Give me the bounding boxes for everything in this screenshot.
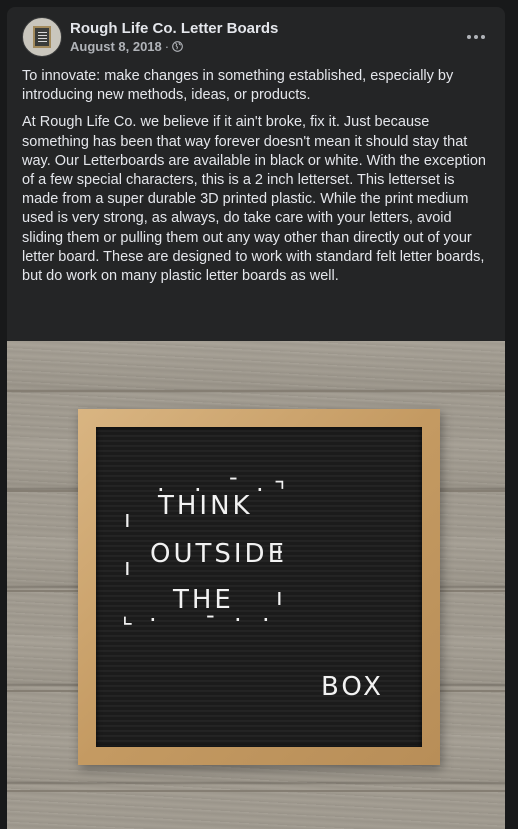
page-name-link[interactable]: Rough Life Co. Letter Boards: [70, 20, 278, 38]
post-header: Rough Life Co. Letter Boards August 8, 2…: [7, 7, 505, 67]
board-line-4: BOX: [321, 672, 384, 702]
dot-mark: .: [256, 469, 264, 497]
post-card: Rough Life Co. Letter Boards August 8, 2…: [7, 7, 505, 829]
more-dot: [474, 35, 478, 39]
post-date-link[interactable]: August 8, 2018: [70, 39, 162, 54]
dash-mark: -: [229, 463, 238, 491]
bar-mark: ı: [124, 553, 131, 581]
post-paragraph-1: To innovate: make changes in something e…: [22, 68, 454, 104]
more-options-button[interactable]: [461, 27, 491, 47]
corner-mark: ⌝: [274, 477, 286, 505]
bar-mark: ı: [124, 505, 131, 533]
corner-mark: ⌞: [122, 601, 134, 629]
post-photo[interactable]: . . - . ⌝ ı ı ı ı ⌞ . - . . THINK OUTSID…: [7, 341, 505, 829]
meta-separator: ·: [164, 39, 170, 54]
letterboard-frame: . . - . ⌝ ı ı ı ı ⌞ . - . . THINK OUTSID…: [78, 409, 440, 765]
post-paragraph-2: At Rough Life Co. we believe if it ain't…: [22, 114, 486, 285]
dot-mark: .: [262, 599, 270, 627]
globe-icon[interactable]: [172, 41, 183, 52]
floorboard-seam: [7, 790, 505, 792]
letterboard-felt: . . - . ⌝ ı ı ı ı ⌞ . - . . THINK OUTSID…: [96, 427, 422, 747]
board-line-2: OUTSIDE: [150, 539, 287, 569]
board-line-1: THINK: [158, 491, 253, 521]
post-meta: August 8, 2018 ·: [70, 39, 183, 55]
avatar-letterboard-image: [33, 26, 51, 48]
more-dot: [481, 35, 485, 39]
bar-mark: ı: [276, 583, 283, 611]
dot-mark: .: [149, 599, 157, 627]
dot-mark: .: [234, 599, 242, 627]
page-avatar[interactable]: [22, 17, 62, 57]
more-dot: [467, 35, 471, 39]
post-message: To innovate: make changes in something e…: [22, 67, 492, 294]
floorboard-seam: [7, 390, 505, 392]
board-line-3: THE: [173, 585, 234, 615]
